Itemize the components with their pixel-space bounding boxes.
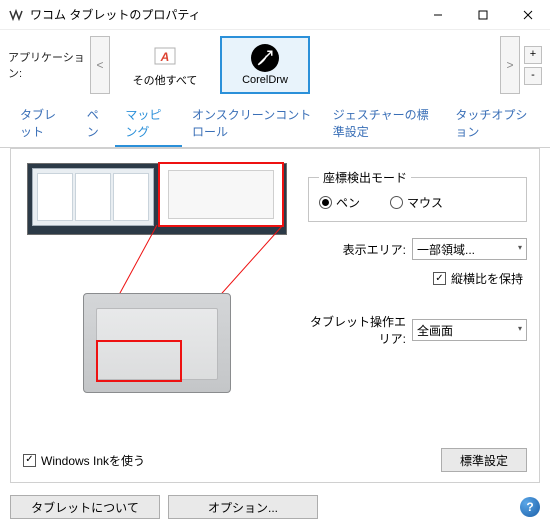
tab-mapping[interactable]: マッピング (115, 100, 182, 147)
tab-tablet[interactable]: タブレット (10, 100, 77, 147)
mode-pen-radio[interactable]: ペン (319, 194, 360, 211)
tablet-area-label: タブレット操作エリア: (308, 313, 406, 347)
coordinate-mode-group: 座標検出モード ペン マウス (308, 169, 527, 222)
checkbox-icon (433, 272, 446, 285)
about-tablet-button[interactable]: タブレットについて (10, 495, 160, 519)
close-button[interactable] (505, 0, 550, 29)
app-next-button[interactable]: > (500, 36, 520, 94)
title-bar: ワコム タブレットのプロパティ (0, 0, 550, 30)
display-preview[interactable] (27, 163, 287, 235)
tab-gesture-defaults[interactable]: ジェスチャーの標準設定 (323, 100, 446, 147)
app-add-button[interactable]: + (524, 46, 542, 64)
options-button[interactable]: オプション... (168, 495, 318, 519)
coreldraw-icon (251, 44, 279, 72)
checkbox-icon (23, 454, 36, 467)
settings-tabs: タブレット ペン マッピング オンスクリーンコントロール ジェスチャーの標準設定… (0, 100, 550, 148)
chevron-down-icon: ▾ (518, 243, 522, 252)
tablet-area-select[interactable]: 全画面▾ (412, 319, 527, 341)
monitor-1 (32, 168, 154, 226)
app-item-coreldraw[interactable]: CorelDrw (220, 36, 310, 94)
tab-pen[interactable]: ペン (77, 100, 116, 147)
app-item-label: その他すべて (133, 72, 198, 88)
coordinate-mode-legend: 座標検出モード (319, 169, 411, 186)
application-selector-bar: アプリケーション: < A その他すべて CorelDrw > + - (0, 30, 550, 100)
keep-aspect-checkbox[interactable]: 縦横比を保持 (433, 270, 523, 287)
app-item-label: CorelDrw (242, 74, 288, 86)
display-area-label: 表示エリア: (308, 241, 406, 258)
minimize-button[interactable] (415, 0, 460, 29)
tablet-preview[interactable] (83, 293, 231, 393)
tablet-selected-region (96, 340, 182, 382)
tab-onscreen-controls[interactable]: オンスクリーンコントロール (182, 100, 323, 147)
maximize-button[interactable] (460, 0, 505, 29)
generic-app-icon: A (151, 42, 179, 70)
window-title: ワコム タブレットのプロパティ (30, 6, 415, 23)
mode-mouse-radio[interactable]: マウス (390, 194, 443, 211)
display-area-select[interactable]: 一部領域...▾ (412, 238, 527, 260)
application-label: アプリケーション: (8, 49, 86, 81)
help-icon[interactable]: ? (520, 497, 540, 517)
app-item-all-others[interactable]: A その他すべて (120, 36, 210, 94)
monitor-2-selected (158, 162, 284, 227)
svg-text:A: A (160, 50, 170, 64)
app-icon (8, 7, 24, 23)
defaults-button[interactable]: 標準設定 (441, 448, 527, 472)
windows-ink-checkbox[interactable]: Windows Inkを使う (23, 452, 145, 469)
chevron-down-icon: ▾ (518, 324, 522, 333)
tab-touch-options[interactable]: タッチオプション (445, 100, 540, 147)
footer-bar: タブレットについて オプション... ? (0, 489, 550, 527)
app-remove-button[interactable]: - (524, 67, 542, 85)
app-prev-button[interactable]: < (90, 36, 110, 94)
mapping-panel: 座標検出モード ペン マウス 表示エリア: 一部領域...▾ 縦横比を保持 タブ… (10, 148, 540, 483)
mapping-visualization (23, 163, 298, 357)
